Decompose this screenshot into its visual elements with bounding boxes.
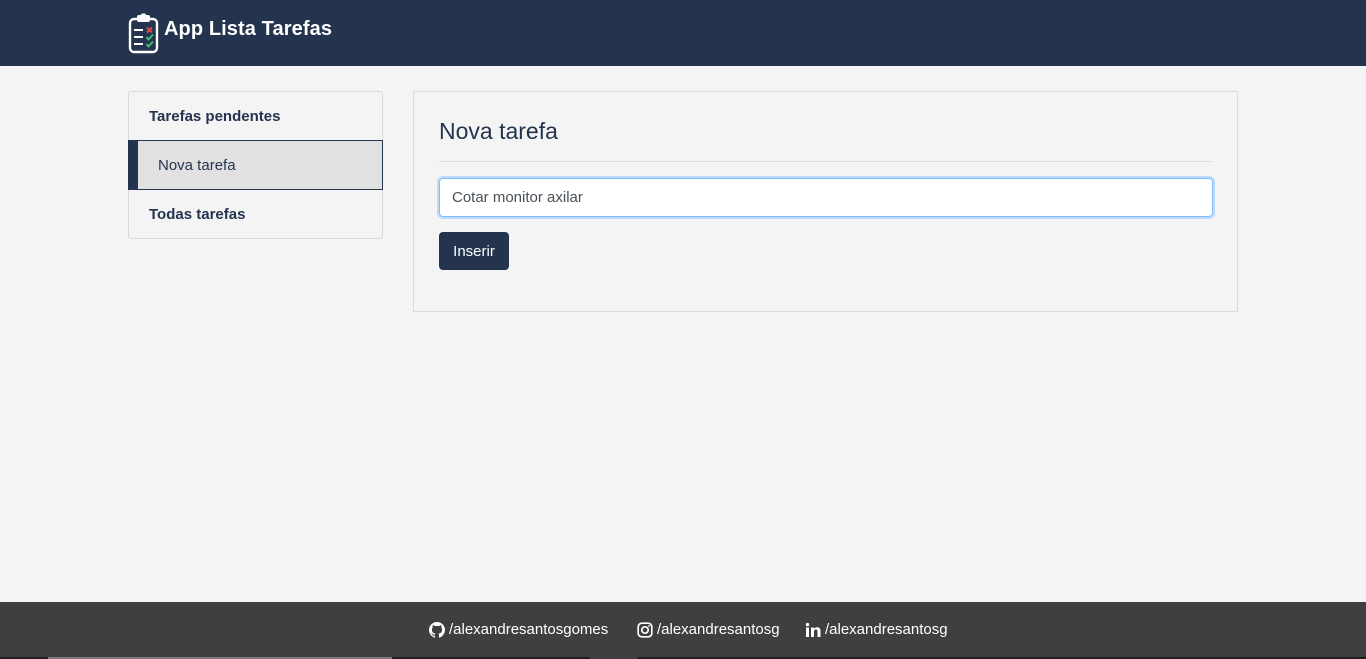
footer: /alexandresantosgomes /alexandresantosg … <box>0 602 1366 659</box>
github-handle: /alexandresantosgomes <box>449 621 609 638</box>
sidebar-item-label: Todas tarefas <box>149 206 246 223</box>
app-title: App Lista Tarefas <box>164 17 333 40</box>
instagram-icon <box>637 621 653 638</box>
github-link[interactable]: /alexandresantosgomes <box>429 602 608 657</box>
instagram-handle: /alexandresantosg <box>657 621 780 638</box>
instagram-link[interactable]: /alexandresantosg <box>637 602 780 657</box>
page-title: Nova tarefa <box>439 118 558 144</box>
title-divider <box>439 161 1212 162</box>
top-navbar: App Lista Tarefas <box>0 0 1366 66</box>
sidebar-item-all-tasks[interactable]: Todas tarefas <box>129 190 382 239</box>
brand-link[interactable]: App Lista Tarefas <box>128 12 332 54</box>
new-task-panel: Nova tarefa Inserir <box>413 91 1238 312</box>
linkedin-link[interactable]: /alexandresantosg <box>805 602 948 657</box>
sidebar-item-new-task[interactable]: Nova tarefa <box>128 140 383 190</box>
linkedin-icon <box>805 622 821 637</box>
insert-button[interactable]: Inserir <box>439 232 509 270</box>
github-icon <box>429 621 445 638</box>
sidebar-item-pending-tasks[interactable]: Tarefas pendentes <box>129 92 382 141</box>
clipboard-checklist-icon <box>128 13 159 53</box>
linkedin-handle: /alexandresantosg <box>825 621 948 638</box>
sidebar-menu: Tarefas pendentes Nova tarefa Todas tare… <box>128 91 383 239</box>
sidebar-item-label: Tarefas pendentes <box>149 108 281 125</box>
sidebar-item-label: Nova tarefa <box>158 156 236 174</box>
task-input[interactable] <box>439 178 1213 217</box>
